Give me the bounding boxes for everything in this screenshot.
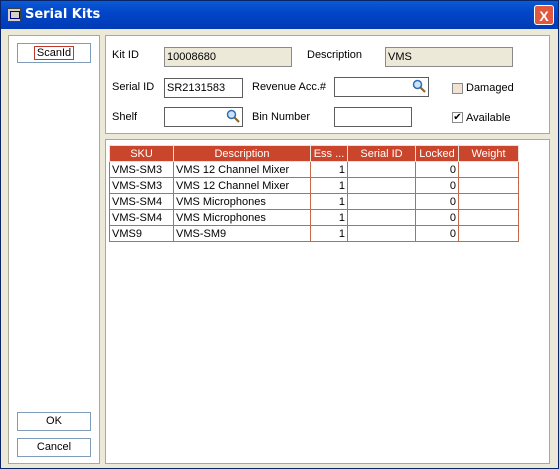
close-button[interactable]: X bbox=[534, 5, 554, 25]
available-checkbox[interactable]: ✔ bbox=[452, 112, 463, 123]
cell-sku[interactable]: VMS-SM3 bbox=[109, 177, 174, 194]
window-title: Serial Kits bbox=[25, 7, 101, 22]
description-label: Description bbox=[307, 49, 363, 61]
cell-weight[interactable] bbox=[458, 177, 519, 194]
shelf-label: Shelf bbox=[112, 111, 138, 123]
table-row[interactable]: VMS-SM3 VMS 12 Channel Mixer 1 0 bbox=[109, 177, 519, 194]
revenue-acc-label: Revenue Acc.# bbox=[252, 81, 326, 93]
cell-weight[interactable] bbox=[458, 161, 519, 178]
col-header-serial-id[interactable]: Serial ID bbox=[347, 145, 416, 162]
cell-ess[interactable]: 1 bbox=[310, 225, 348, 242]
cell-description[interactable]: VMS Microphones bbox=[173, 209, 311, 226]
cell-sku[interactable]: VMS-SM4 bbox=[109, 209, 174, 226]
cancel-button[interactable]: Cancel bbox=[17, 438, 91, 457]
cell-description[interactable]: VMS 12 Channel Mixer bbox=[173, 177, 311, 194]
scanid-button[interactable]: ScanId bbox=[17, 43, 91, 63]
title-bar: Serial Kits X bbox=[1, 1, 558, 29]
magnifier-icon[interactable] bbox=[412, 79, 426, 93]
table-row[interactable]: VMS-SM4 VMS Microphones 1 0 bbox=[109, 209, 519, 226]
serial-kits-window: Serial Kits X ScanId OK Cancel Kit ID 10… bbox=[0, 0, 559, 469]
table-row[interactable]: VMS-SM4 VMS Microphones 1 0 bbox=[109, 193, 519, 210]
cell-locked[interactable]: 0 bbox=[415, 225, 459, 242]
cell-locked[interactable]: 0 bbox=[415, 177, 459, 194]
table-header-row: SKU Description Ess ... Serial ID Locked… bbox=[109, 145, 519, 162]
cell-serial-id[interactable] bbox=[347, 177, 416, 194]
table-row[interactable]: VMS-SM3 VMS 12 Channel Mixer 1 0 bbox=[109, 161, 519, 178]
col-header-description[interactable]: Description bbox=[173, 145, 311, 162]
cell-locked[interactable]: 0 bbox=[415, 161, 459, 178]
serial-id-label: Serial ID bbox=[112, 81, 155, 93]
magnifier-icon[interactable] bbox=[226, 109, 240, 123]
cell-serial-id[interactable] bbox=[347, 161, 416, 178]
kit-id-label: Kit ID bbox=[112, 49, 139, 61]
col-header-ess[interactable]: Ess ... bbox=[310, 145, 348, 162]
description-field: VMS bbox=[385, 47, 513, 67]
kit-items-table: SKU Description Ess ... Serial ID Locked… bbox=[109, 145, 519, 242]
bin-number-field[interactable] bbox=[334, 107, 412, 127]
cell-locked[interactable]: 0 bbox=[415, 193, 459, 210]
cell-sku[interactable]: VMS-SM4 bbox=[109, 193, 174, 210]
cell-description[interactable]: VMS Microphones bbox=[173, 193, 311, 210]
table-row[interactable]: VMS9 VMS-SM9 1 0 bbox=[109, 225, 519, 242]
cell-sku[interactable]: VMS9 bbox=[109, 225, 174, 242]
scanid-label: ScanId bbox=[33, 46, 75, 60]
cell-weight[interactable] bbox=[458, 225, 519, 242]
cell-ess[interactable]: 1 bbox=[310, 209, 348, 226]
bin-number-label: Bin Number bbox=[252, 111, 311, 123]
cell-weight[interactable] bbox=[458, 193, 519, 210]
app-icon bbox=[7, 8, 21, 22]
cell-ess[interactable]: 1 bbox=[310, 177, 348, 194]
serial-id-field[interactable]: SR2131583 bbox=[164, 78, 243, 98]
col-header-locked[interactable]: Locked bbox=[415, 145, 459, 162]
available-label: Available bbox=[466, 112, 511, 124]
kit-details-panel: Kit ID 10008680 Description VMS Serial I… bbox=[105, 35, 550, 134]
cell-serial-id[interactable] bbox=[347, 209, 416, 226]
kit-items-panel: SKU Description Ess ... Serial ID Locked… bbox=[105, 139, 550, 464]
cell-description[interactable]: VMS 12 Channel Mixer bbox=[173, 161, 311, 178]
cell-ess[interactable]: 1 bbox=[310, 161, 348, 178]
cell-description[interactable]: VMS-SM9 bbox=[173, 225, 311, 242]
cell-serial-id[interactable] bbox=[347, 193, 416, 210]
damaged-checkbox[interactable] bbox=[452, 83, 463, 94]
revenue-acc-field[interactable] bbox=[334, 77, 429, 97]
kit-id-field: 10008680 bbox=[164, 47, 292, 67]
ok-button[interactable]: OK bbox=[17, 412, 91, 431]
shelf-field[interactable] bbox=[164, 107, 243, 127]
left-panel: ScanId OK Cancel bbox=[8, 35, 100, 464]
col-header-weight[interactable]: Weight bbox=[458, 145, 519, 162]
cell-ess[interactable]: 1 bbox=[310, 193, 348, 210]
cell-weight[interactable] bbox=[458, 209, 519, 226]
col-header-sku[interactable]: SKU bbox=[109, 145, 174, 162]
cell-serial-id[interactable] bbox=[347, 225, 416, 242]
cell-sku[interactable]: VMS-SM3 bbox=[109, 161, 174, 178]
cell-locked[interactable]: 0 bbox=[415, 209, 459, 226]
damaged-label: Damaged bbox=[466, 82, 514, 94]
